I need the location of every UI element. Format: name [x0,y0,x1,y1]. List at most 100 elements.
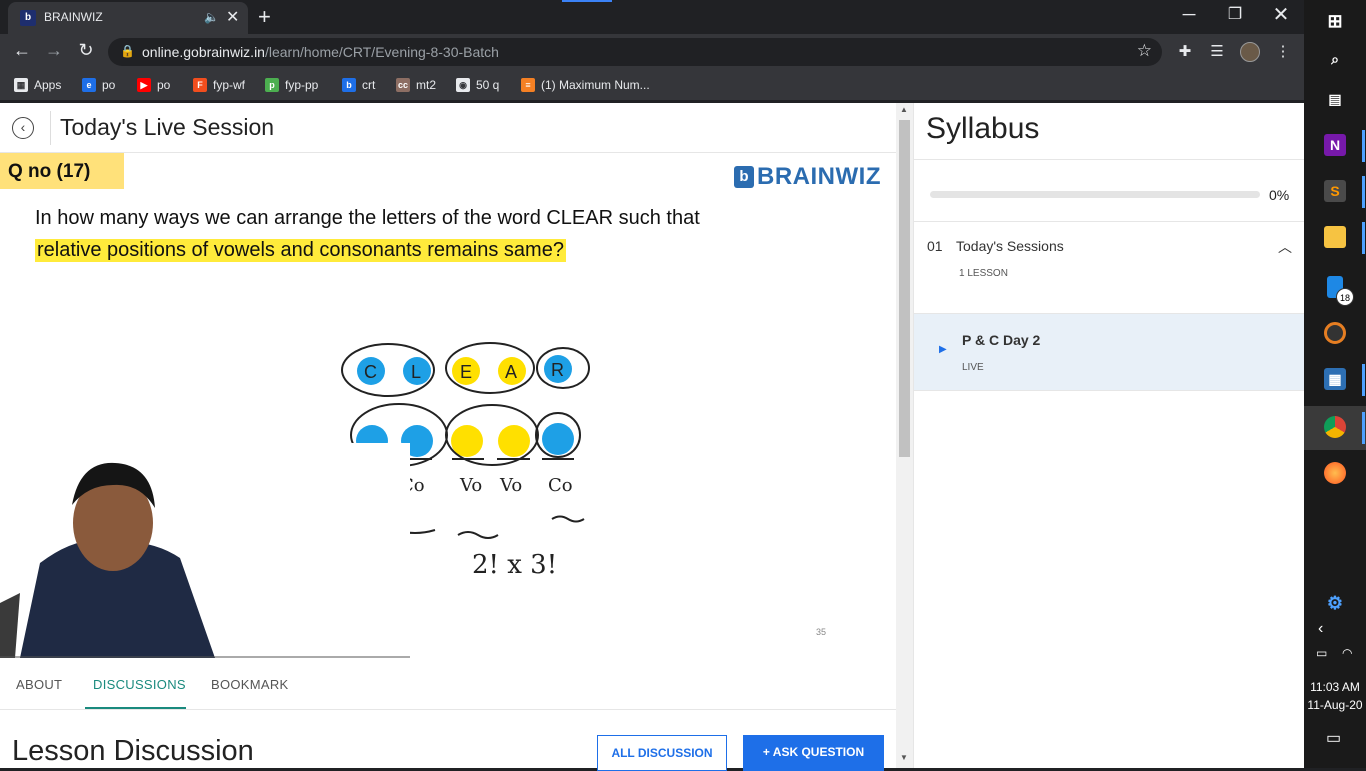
address-bar[interactable]: 🔒 online.gobrainwiz.in/learn/home/CRT/Ev… [108,38,1162,66]
slot-label-5: Co [548,475,573,496]
url-text: online.gobrainwiz.in/learn/home/CRT/Even… [142,44,499,60]
header-divider [50,111,51,145]
search-button[interactable]: ⌕ [1304,38,1366,82]
stack-icon: ≡ [521,78,535,92]
chrome-app[interactable] [1304,406,1366,450]
bookmark-label: fyp-wf [213,78,246,92]
windows-taskbar: ⊞ ⌕ ▤ N S 18 ▦ ⚙ ‹ ▭ ◠ 11:03 AM 11-Aug-2… [1304,0,1366,768]
section-header[interactable]: 01 Today's Sessions ︿ 1 LESSON [914,222,1305,313]
letter-l: L [411,362,421,382]
media-queue-icon[interactable]: ☰ [1206,42,1228,60]
running-indicator [1362,176,1365,208]
youtube-icon: ▶ [137,78,151,92]
task-view-button[interactable]: ▤ [1304,78,1366,122]
letter-a: A [505,362,517,382]
squiggle-3 [551,515,585,523]
squiggle-2 [457,531,499,539]
url-path: /learn/home/CRT/Evening-8-30-Batch [264,44,499,60]
phone-app[interactable]: 18 [1304,266,1366,310]
media-app[interactable] [1304,312,1366,356]
answer-expression: 2! x 3! [472,550,557,580]
notification-icon[interactable]: ▭ [1326,728,1341,748]
running-indicator [1362,412,1365,444]
file-explorer-app[interactable] [1304,216,1366,260]
extensions-puzzle-icon[interactable]: ✚ [1174,42,1196,60]
bookmark-6[interactable]: cc mt2 [396,76,436,94]
bookmark-8[interactable]: ≡ (1) Maximum Num... [521,76,650,94]
page-title: Today's Live Session [60,114,275,140]
speaker-icon[interactable]: 🔈 [204,10,219,24]
lock-icon: 🔒 [120,44,135,58]
lesson-panel: ‹ Today's Live Session Q no (17) b BRAIN… [0,103,896,771]
more-menu-icon[interactable]: ⋮ [1272,42,1294,60]
tab-about[interactable]: ABOUT [16,677,62,692]
letter-r: R [551,360,564,380]
window-minimize-button[interactable]: ─ [1176,4,1202,25]
clock-date[interactable]: 11-Aug-20 [1304,698,1366,712]
clock-time[interactable]: 11:03 AM [1304,680,1366,694]
cc-icon: cc [396,78,410,92]
bookmark-7[interactable]: ◉ 50 q [456,76,499,94]
sublime-app[interactable]: S [1304,170,1366,214]
tab-bookmark[interactable]: BOOKMARK [211,677,289,692]
video-player[interactable]: Q no (17) b BRAINWIZ In how many ways we… [0,153,896,658]
bookmark-label: crt [362,78,376,92]
running-indicator [1362,222,1365,254]
media-player-icon [1324,322,1346,344]
onenote-app[interactable]: N [1304,124,1366,168]
browser-tab[interactable]: b BRAINWIZ 🔈 ✕ [8,2,248,34]
all-discussion-button[interactable]: ALL DISCUSSION [597,735,727,771]
pp-icon: p [265,78,279,92]
bookmark-3[interactable]: Ffyp-wf [193,76,245,94]
slot-label-3: Vo [459,475,482,496]
profile-avatar[interactable] [1240,42,1260,62]
bookmark-1[interactable]: e po [82,76,115,94]
slot-label-4: Vo [499,475,522,496]
onenote-icon: N [1324,134,1346,156]
scroll-up-arrow-icon[interactable]: ▲ [900,105,908,114]
firefox-app[interactable] [1304,452,1366,496]
scroll-thumb[interactable] [899,120,910,457]
calculator-app[interactable]: ▦ [1304,358,1366,402]
slot-3-dot [451,425,483,457]
window-close-button[interactable]: ✕ [1268,2,1294,27]
wifi-icon[interactable]: ◠ [1342,646,1352,660]
battery-icon[interactable]: ▭ [1316,646,1327,660]
bookmark-label: po [157,78,171,92]
chevron-up-icon[interactable]: ︿ [1278,237,1292,257]
browser-tab-strip: b BRAINWIZ 🔈 ✕ + ─ ❐ ✕ [0,0,1304,34]
window-maximize-button[interactable]: ❐ [1222,4,1248,24]
bookmark-4[interactable]: p fyp-pp [265,76,318,94]
bookmark-0[interactable]: ▦ Apps [14,76,61,94]
bookmark-label: po [102,78,116,92]
tab-discussions[interactable]: DISCUSSIONS [93,677,186,692]
scroll-down-arrow-icon[interactable]: ▼ [900,753,908,762]
new-tab-button[interactable]: + [258,4,271,30]
back-arrow-icon[interactable]: ← [10,40,34,61]
forward-arrow-icon[interactable]: → [42,40,66,61]
back-button[interactable]: ‹ [12,117,34,139]
lesson-item[interactable]: ▶ P & C Day 2 LIVE [914,314,1305,390]
chevron-left-icon[interactable]: ‹ [1318,620,1323,638]
divider [914,390,1305,391]
bookmark-5[interactable]: b crt [342,76,375,94]
section-title: Today's Sessions [956,238,1064,254]
tab-close-icon[interactable]: ✕ [226,7,239,27]
reload-icon[interactable]: ↻ [74,40,98,61]
globe-icon: ◉ [456,78,470,92]
link-icon: ⚙ [1326,593,1344,613]
page-scrollbar[interactable]: ▲ ▼ [896,103,913,768]
syllabus-title: Syllabus [926,112,1040,145]
discussion-heading: Lesson Discussion [12,735,254,767]
bookmarks-bar: ▦ Apps e po ▶ po Ffyp-wf p fyp-pp b crt cc mt2 ◉ 50 q ≡… [0,70,1304,100]
bookmark-label: 50 q [476,78,500,92]
folder-icon [1324,226,1346,248]
lesson-count: 1 LESSON [959,268,1008,279]
bookmark-star-icon[interactable]: ☆ [1137,41,1152,61]
bookmark-2[interactable]: ▶ po [137,76,170,94]
bookmark-label: Apps [34,78,62,92]
letter-c: C [364,362,377,382]
brainwiz-icon: b [342,78,356,92]
network-tray[interactable]: ⚙ [1304,582,1366,626]
ask-question-button[interactable]: + ASK QUESTION [743,735,884,771]
